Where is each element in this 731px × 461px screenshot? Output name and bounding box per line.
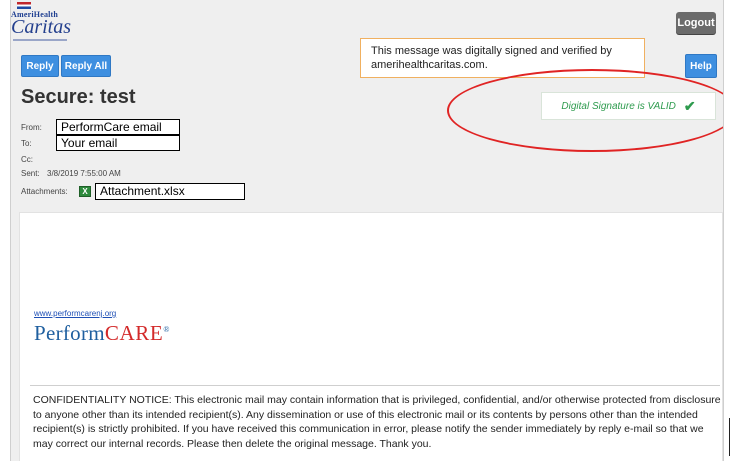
red-highlight-ellipse (447, 69, 723, 152)
reply-all-button[interactable]: Reply All (61, 55, 111, 77)
attachment-link[interactable]: Attachment.xlsx (95, 183, 245, 200)
logo-tagline (13, 39, 67, 41)
message-subject: Secure: test (21, 86, 136, 108)
flag-icon (17, 2, 31, 9)
cc-label: Cc: (21, 155, 33, 164)
from-field: PerformCare email (56, 119, 180, 135)
page-edge-line (729, 418, 730, 456)
from-label: From: (21, 123, 42, 132)
registered-mark: ® (163, 325, 170, 334)
logo-care-text: CARE (104, 321, 164, 345)
email-viewer: AmeriHealth Caritas Logout Reply Reply A… (10, 0, 724, 461)
logout-button[interactable]: Logout (676, 12, 716, 34)
attachments-label: Attachments: (21, 187, 68, 196)
amerihealth-caritas-logo: AmeriHealth Caritas (11, 0, 91, 46)
excel-file-icon: X (79, 186, 91, 197)
confidentiality-notice: CONFIDENTIALITY NOTICE: This electronic … (33, 394, 721, 450)
to-label: To: (21, 139, 32, 148)
sent-label: Sent: (21, 169, 40, 178)
message-body: www.performcarenj.org PerformCARE® CONFI… (19, 212, 723, 461)
sent-value: 3/8/2019 7:55:00 AM (47, 169, 121, 178)
to-field: Your email (56, 135, 180, 151)
performcare-website-link[interactable]: www.performcarenj.org (34, 309, 116, 318)
logo-name: Caritas (11, 16, 72, 38)
body-divider (30, 385, 720, 386)
help-button[interactable]: Help (685, 54, 717, 78)
reply-button[interactable]: Reply (21, 55, 59, 77)
performcare-logo: PerformCARE® (34, 321, 170, 346)
logo-perform-text: Perform (34, 321, 105, 345)
